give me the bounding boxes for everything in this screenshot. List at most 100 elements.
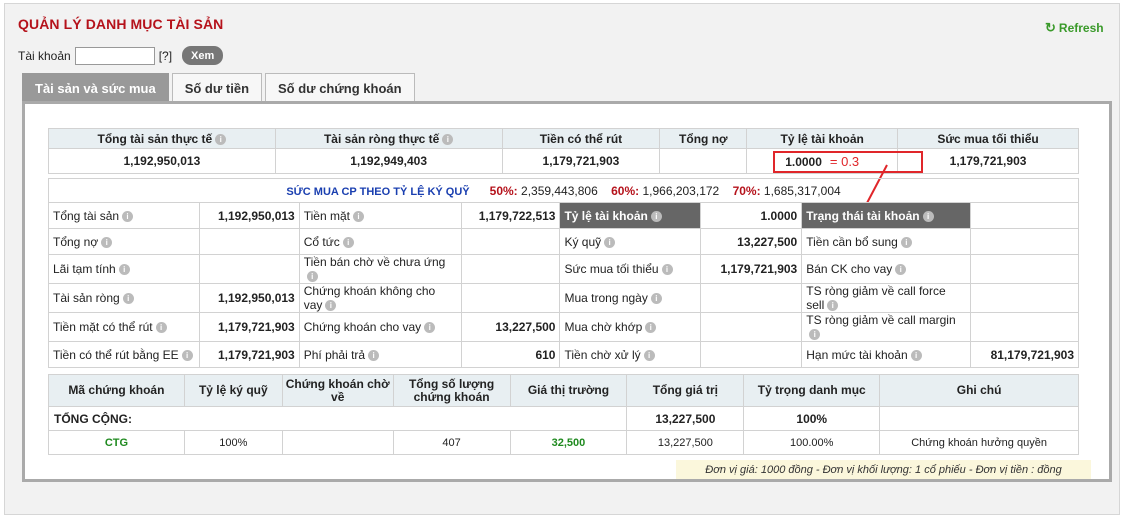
details-label: Tiền mặt có thể rút i bbox=[48, 312, 200, 342]
info-icon[interactable]: i bbox=[900, 236, 912, 248]
info-icon[interactable]: i bbox=[181, 349, 193, 361]
details-row: Tiền mặt có thể rút i 1,179,721,903 Chứng… bbox=[48, 312, 1080, 342]
info-icon[interactable]: i bbox=[155, 322, 167, 334]
portfolio-header: Tổng số lượng chứng khoán bbox=[392, 374, 511, 407]
total-value-cell: 13,227,500 bbox=[626, 430, 745, 455]
stock-symbol-link[interactable]: CTG bbox=[48, 430, 185, 455]
details-value: 81,179,721,903 bbox=[969, 341, 1080, 368]
details-label: Mua chờ khớp i bbox=[559, 312, 702, 342]
margin-70-label: 70%: bbox=[732, 183, 761, 198]
total-quantity: 407 bbox=[392, 430, 511, 455]
info-icon[interactable]: i bbox=[922, 210, 934, 222]
details-label: Tài sản ròng i bbox=[48, 283, 200, 313]
margin-60-value: 1,966,203,172 bbox=[642, 183, 720, 198]
details-label: Trạng thái tài khoản i bbox=[801, 202, 971, 229]
refresh-button[interactable]: ↻ Refresh bbox=[1045, 20, 1104, 36]
summary-value: 1,179,721,903 bbox=[897, 148, 1079, 174]
details-value bbox=[969, 254, 1080, 284]
details-value bbox=[460, 228, 561, 255]
margin-60-label: 60%: bbox=[611, 183, 640, 198]
view-button[interactable]: Xem bbox=[182, 46, 224, 65]
info-icon[interactable]: i bbox=[424, 322, 436, 334]
info-icon[interactable]: i bbox=[895, 264, 907, 276]
margin-title: SỨC MUA CP THEO TỶ LỆ KÝ QUỸ bbox=[286, 185, 470, 198]
info-icon[interactable]: i bbox=[809, 329, 821, 341]
details-label: Lãi tạm tính i bbox=[48, 254, 200, 284]
details-label: Chứng khoán không cho vay i bbox=[298, 283, 462, 313]
portfolio-header: Mã chứng khoán bbox=[48, 374, 185, 407]
margin-70-value: 1,685,317,004 bbox=[763, 183, 841, 198]
details-row: Tiền có thể rút bằng EE i 1,179,721,903 P… bbox=[48, 341, 1080, 368]
margin-cell: SỨC MUA CP THEO TỶ LỆ KÝ QUỸ 50%: 2,359,… bbox=[48, 178, 1079, 203]
info-icon[interactable]: i bbox=[650, 210, 662, 222]
margin-ratio: 100% bbox=[183, 430, 283, 455]
details-label: Tiền mặt i bbox=[298, 202, 462, 229]
tab-cash-balance[interactable]: Số dư tiền bbox=[171, 73, 263, 102]
info-icon[interactable]: i bbox=[118, 264, 130, 276]
info-icon[interactable]: i bbox=[827, 300, 839, 312]
details-label: Tổng tài sản i bbox=[48, 202, 200, 229]
info-icon[interactable]: i bbox=[442, 133, 454, 145]
info-icon[interactable]: i bbox=[661, 264, 673, 276]
details-row: Lãi tạm tính i Tiền bán chờ về chưa ứngi … bbox=[48, 254, 1080, 284]
details-label: Mua trong ngày i bbox=[559, 283, 702, 313]
details-label: Bán CK cho vay i bbox=[801, 254, 971, 284]
summary-header: Tổng nợ bbox=[659, 128, 748, 149]
details-value: 13,227,500 bbox=[700, 228, 803, 255]
info-icon[interactable]: i bbox=[215, 133, 227, 145]
tab-panel: Tổng tài sản thực tế i Tài sản ròng thực … bbox=[22, 101, 1112, 482]
tab-assets-purchasing-power[interactable]: Tài sản và sức mua bbox=[22, 73, 169, 102]
details-value bbox=[700, 283, 803, 313]
margin-row: SỨC MUA CP THEO TỶ LỆ KÝ QUỸ 50%: 2,359,… bbox=[48, 178, 1079, 203]
details-label: Phí phải trả i bbox=[298, 341, 462, 368]
info-icon[interactable]: i bbox=[604, 236, 616, 248]
details-value: 610 bbox=[460, 341, 561, 368]
details-label: Tiền có thể rút bằng EE i bbox=[48, 341, 200, 368]
portfolio-header: Tỷ lệ ký quỹ bbox=[183, 374, 283, 407]
page-container: QUẢN LÝ DANH MỤC TÀI SẢN ↻ Refresh Tài k… bbox=[4, 3, 1120, 515]
details-value: 1,192,950,013 bbox=[198, 283, 300, 313]
details-label: Sức mua tối thiểu i bbox=[559, 254, 702, 284]
info-icon[interactable]: i bbox=[643, 349, 655, 361]
account-input[interactable] bbox=[74, 46, 155, 65]
info-icon[interactable]: i bbox=[910, 349, 922, 361]
details-label: Cổ tức i bbox=[298, 228, 462, 255]
details-value: 1,179,722,513 bbox=[460, 202, 561, 229]
details-label: Tiền chờ xử lý i bbox=[559, 341, 702, 368]
portfolio-header: Tổng giá trị bbox=[626, 374, 745, 407]
details-label: Tiền cần bổ sung i bbox=[801, 228, 971, 255]
summary-value: 1,192,949,403 bbox=[274, 148, 503, 174]
details-value bbox=[198, 254, 300, 284]
info-icon[interactable]: i bbox=[101, 236, 113, 248]
unit-note: Đơn vị giá: 1000 đồng - Đơn vị khối lượn… bbox=[676, 460, 1091, 479]
page-title: QUẢN LÝ DANH MỤC TÀI SẢN bbox=[18, 16, 224, 32]
info-icon[interactable]: i bbox=[325, 300, 337, 312]
details-row: Tổng nợ i Cổ tức i Ký quỹ i 13,227,500 Tiền… bbox=[48, 228, 1080, 255]
margin-50-value: 2,359,443,806 bbox=[521, 183, 598, 198]
info-icon[interactable]: i bbox=[122, 210, 134, 222]
info-icon[interactable]: i bbox=[306, 271, 318, 283]
summary-value: 1,179,721,903 bbox=[501, 148, 661, 174]
details-value bbox=[460, 254, 561, 284]
details-label: TS ròng giảm về call margini bbox=[801, 312, 971, 342]
summary-header: Tổng tài sản thực tế i bbox=[48, 128, 276, 149]
info-icon[interactable]: i bbox=[122, 293, 134, 305]
details-value bbox=[198, 228, 300, 255]
details-value: 1,179,721,903 bbox=[700, 254, 803, 284]
help-link[interactable]: [?] bbox=[159, 49, 172, 63]
details-value: 13,227,500 bbox=[460, 312, 561, 342]
info-icon[interactable]: i bbox=[352, 210, 364, 222]
details-row: Tài sản ròng i 1,192,950,013 Chứng khoán … bbox=[48, 283, 1080, 313]
tab-securities-balance[interactable]: Số dư chứng khoán bbox=[265, 73, 415, 102]
details-value bbox=[969, 312, 1080, 342]
total-label: TỔNG CỘNG: bbox=[47, 406, 628, 431]
info-icon[interactable]: i bbox=[342, 236, 354, 248]
refresh-label: Refresh bbox=[1058, 21, 1104, 35]
portfolio-header-row: Mã chứng khoán Tỷ lệ ký quỹ Chứng khoán … bbox=[48, 374, 1079, 407]
margin-50-label: 50%: bbox=[489, 183, 518, 198]
details-value bbox=[460, 283, 561, 313]
info-icon[interactable]: i bbox=[650, 293, 662, 305]
info-icon[interactable]: i bbox=[645, 322, 657, 334]
summary-header-row: Tổng tài sản thực tế i Tài sản ròng thực … bbox=[48, 128, 1079, 149]
info-icon[interactable]: i bbox=[368, 349, 380, 361]
